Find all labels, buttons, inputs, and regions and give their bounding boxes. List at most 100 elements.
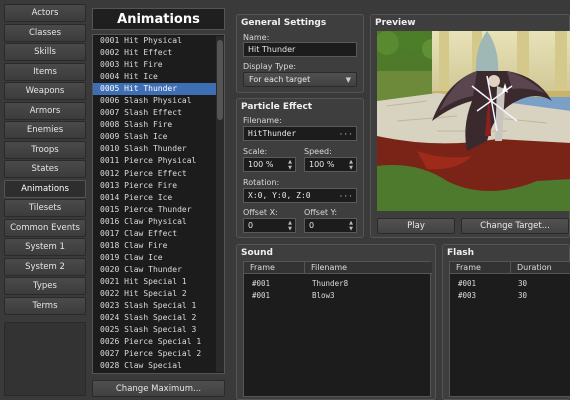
list-item[interactable]: 0028 Claw Special (93, 360, 224, 372)
scale-value: 100 % (248, 160, 274, 169)
tab-types[interactable]: Types (4, 277, 86, 295)
sound-title: Sound (241, 248, 273, 258)
list-item[interactable]: 0005 Hit Thunder (93, 83, 224, 96)
tab-system-1[interactable]: System 1 (4, 238, 86, 256)
flash-col-duration[interactable]: Duration (510, 262, 570, 274)
offset-x-stepper[interactable]: 0 ▲ ▼ (243, 218, 296, 233)
list-item[interactable]: 0014 Pierce Ice (93, 192, 224, 204)
list-item[interactable]: 0006 Slash Physical (93, 95, 224, 107)
tab-skills[interactable]: Skills (4, 43, 86, 61)
animations-scroll-thumb[interactable] (217, 40, 223, 120)
tab-terms[interactable]: Terms (4, 296, 86, 315)
list-item[interactable]: 0021 Hit Special 1 (93, 276, 224, 288)
flash-row-frame[interactable]: #003 (458, 291, 476, 300)
animations-title: Animations (92, 8, 225, 30)
sound-row-filename[interactable]: Blow3 (312, 291, 335, 300)
list-item[interactable]: 0008 Slash Fire (93, 119, 224, 131)
flash-row-duration[interactable]: 30 (518, 291, 527, 300)
spin-arrows-icon[interactable]: ▲ ▼ (348, 220, 354, 232)
scale-stepper[interactable]: 100 % ▲ ▼ (243, 157, 296, 172)
tab-weapons[interactable]: Weapons (4, 82, 86, 100)
general-settings-title: General Settings (241, 18, 327, 28)
tab-common-events[interactable]: Common Events (4, 218, 86, 237)
tab-troops[interactable]: Troops (4, 140, 86, 159)
list-item[interactable]: 0007 Slash Effect (93, 107, 224, 119)
list-item[interactable]: 0024 Slash Special 2 (93, 312, 224, 324)
list-item[interactable]: 0027 Pierce Special 2 (93, 348, 224, 360)
tab-tilesets[interactable]: Tilesets (4, 199, 86, 217)
display-type-value: For each target (249, 75, 311, 84)
animations-list[interactable]: 0001 Hit Physical 0002 Hit Effect 0003 Hit… (92, 34, 225, 374)
list-item[interactable]: 0016 Claw Physical (93, 216, 224, 228)
display-type-select[interactable]: For each target ▼ (243, 72, 357, 87)
name-label: Name: (243, 33, 270, 42)
display-type-label: Display Type: (243, 62, 297, 71)
rotation-field[interactable]: X:0, Y:0, Z:0 ··· (243, 188, 357, 203)
list-item[interactable]: 0010 Slash Thunder (93, 143, 224, 155)
sound-row-frame[interactable]: #001 (252, 279, 270, 288)
list-item[interactable]: 0004 Hit Ice (93, 71, 224, 83)
list-item[interactable]: 0013 Pierce Fire (93, 180, 224, 192)
list-item[interactable]: 0011 Pierce Physical (93, 155, 224, 167)
general-settings-panel: General Settings Name: Hit Thunder Displ… (236, 14, 364, 93)
browse-icon[interactable]: ··· (339, 191, 353, 200)
change-target-button[interactable]: Change Target... (461, 218, 569, 234)
list-item[interactable]: 0018 Claw Fire (93, 240, 224, 252)
sound-table[interactable]: Frame Filename #001 Thunder8 #001 Blow3 (243, 261, 432, 397)
tab-animations[interactable]: Animations (4, 179, 86, 198)
spin-arrows-icon[interactable]: ▲ ▼ (287, 159, 293, 171)
sound-col-frame[interactable]: Frame (244, 262, 304, 274)
tab-armors[interactable]: Armors (4, 101, 86, 120)
tab-system-2[interactable]: System 2 (4, 257, 86, 276)
list-item[interactable]: 0001 Hit Physical (93, 35, 224, 47)
spin-arrows-icon[interactable]: ▲ ▼ (348, 159, 354, 171)
database-tabs: Actors Classes Skills Items Weapons Armors Ene… (4, 4, 86, 316)
tab-states[interactable]: States (4, 160, 86, 178)
list-item[interactable]: 0022 Hit Special 2 (93, 288, 224, 300)
flash-row-duration[interactable]: 30 (518, 279, 527, 288)
filename-value: HitThunder (248, 129, 297, 138)
list-item[interactable]: 0015 Pierce Thunder (93, 204, 224, 216)
name-field[interactable]: Hit Thunder (243, 42, 357, 57)
preview-title: Preview (375, 18, 416, 28)
tab-classes[interactable]: Classes (4, 23, 86, 42)
rotation-value: X:0, Y:0, Z:0 (248, 191, 311, 200)
list-item[interactable]: 0020 Claw Thunder (93, 264, 224, 276)
list-item[interactable]: 0019 Claw Ice (93, 252, 224, 264)
flash-table[interactable]: Frame Duration #001 30 #003 30 (449, 261, 570, 397)
offset-x-value: 0 (248, 221, 254, 230)
particle-effect-title: Particle Effect (241, 102, 313, 112)
list-item[interactable]: 0023 Slash Special 1 (93, 300, 224, 312)
sound-col-filename[interactable]: Filename (304, 262, 432, 274)
flash-row-frame[interactable]: #001 (458, 279, 476, 288)
sound-panel: Sound Frame Filename #001 Thunder8 #001 … (236, 244, 436, 400)
play-button[interactable]: Play (377, 218, 455, 234)
offset-y-label: Offset Y: (304, 208, 338, 217)
list-item[interactable]: 0009 Slash Ice (93, 131, 224, 143)
filename-label: Filename: (243, 116, 282, 125)
sound-row-frame[interactable]: #001 (252, 291, 270, 300)
sound-row-filename[interactable]: Thunder8 (312, 279, 348, 288)
offset-y-stepper[interactable]: 0 ▲ ▼ (304, 218, 357, 233)
list-item[interactable]: 0017 Claw Effect (93, 228, 224, 240)
list-item[interactable]: 0025 Slash Special 3 (93, 324, 224, 336)
spin-arrows-icon[interactable]: ▲ ▼ (287, 220, 293, 232)
filename-field[interactable]: HitThunder ··· (243, 126, 357, 141)
list-item[interactable]: 0003 Hit Fire (93, 59, 224, 71)
flash-panel: Flash Frame Duration #001 30 #003 30 (442, 244, 570, 400)
list-item[interactable]: 0026 Pierce Special 1 (93, 336, 224, 348)
list-item[interactable]: 0002 Hit Effect (93, 47, 224, 59)
change-maximum-button[interactable]: Change Maximum... (92, 380, 225, 397)
tab-enemies[interactable]: Enemies (4, 121, 86, 139)
rotation-label: Rotation: (243, 178, 280, 187)
tab-items[interactable]: Items (4, 62, 86, 81)
browse-icon[interactable]: ··· (339, 129, 353, 138)
speed-stepper[interactable]: 100 % ▲ ▼ (304, 157, 357, 172)
preview-panel: Preview Play Change Target... (370, 14, 570, 238)
speed-label: Speed: (304, 147, 332, 156)
tabs-empty-area (4, 322, 86, 396)
flash-col-frame[interactable]: Frame (450, 262, 510, 274)
list-item[interactable]: 0012 Pierce Effect (93, 168, 224, 180)
particle-effect-panel: Particle Effect Filename: HitThunder ···… (236, 98, 364, 238)
tab-actors[interactable]: Actors (4, 4, 86, 22)
